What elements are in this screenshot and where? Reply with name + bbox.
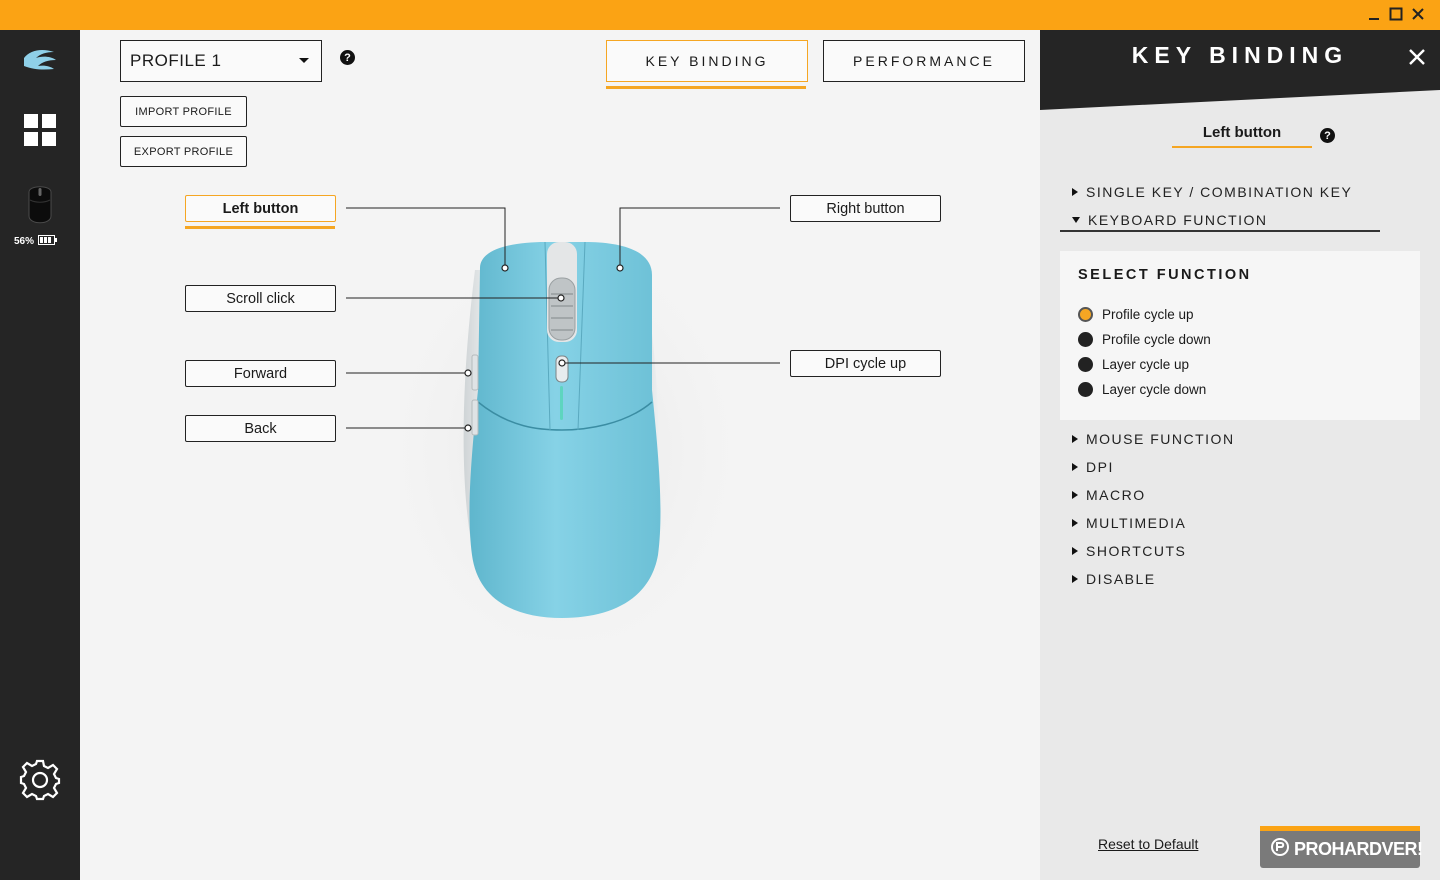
maximize-icon[interactable] bbox=[1386, 4, 1406, 24]
selected-button-indicator bbox=[185, 226, 335, 229]
category-label: KEYBOARD FUNCTION bbox=[1088, 212, 1268, 228]
tab-performance[interactable]: PERFORMANCE bbox=[823, 40, 1025, 82]
category-dpi[interactable]: DPI bbox=[1072, 459, 1114, 475]
logo-icon[interactable] bbox=[20, 44, 60, 76]
watermark-text: PROHARDVER! bbox=[1294, 839, 1423, 859]
tab-key-binding[interactable]: KEY BINDING bbox=[606, 40, 808, 82]
panel-title: KEY BINDING bbox=[1131, 42, 1349, 68]
minimize-icon[interactable] bbox=[1364, 4, 1384, 24]
key-binding-panel bbox=[1040, 30, 1440, 880]
close-window-icon[interactable] bbox=[1408, 4, 1428, 24]
mouse-button-forward-label[interactable]: Forward bbox=[185, 360, 336, 387]
radio-selected-icon[interactable] bbox=[1078, 307, 1093, 322]
window-titlebar bbox=[0, 0, 1440, 30]
mouse-led-strip bbox=[560, 386, 563, 420]
function-option-layer-cycle-down[interactable]: Layer cycle down bbox=[1078, 382, 1206, 397]
category-shortcuts[interactable]: SHORTCUTS bbox=[1072, 543, 1186, 559]
category-label: SINGLE KEY / COMBINATION KEY bbox=[1086, 184, 1353, 200]
option-label: Profile cycle down bbox=[1102, 332, 1211, 347]
profile-dropdown[interactable]: PROFILE 1 bbox=[120, 40, 322, 82]
function-option-profile-cycle-down[interactable]: Profile cycle down bbox=[1078, 332, 1211, 347]
expand-arrow-icon bbox=[1072, 491, 1078, 499]
mouse-forward-button bbox=[471, 354, 479, 391]
selected-button-name: Left button bbox=[1202, 124, 1282, 141]
active-tab-indicator bbox=[606, 86, 806, 89]
import-profile-button[interactable]: IMPORT PROFILE bbox=[120, 96, 247, 127]
expand-arrow-icon bbox=[1072, 463, 1078, 471]
battery-icon bbox=[38, 232, 58, 250]
selected-button-underline bbox=[1172, 146, 1312, 148]
mouse-back-button bbox=[471, 399, 479, 436]
category-label: DPI bbox=[1086, 459, 1114, 475]
profile-selected-label: PROFILE 1 bbox=[130, 51, 222, 70]
option-label: Layer cycle up bbox=[1102, 357, 1190, 372]
category-single-key[interactable]: SINGLE KEY / COMBINATION KEY bbox=[1072, 184, 1352, 200]
radio-icon[interactable] bbox=[1078, 332, 1093, 347]
dashboard-grid-icon[interactable] bbox=[24, 114, 56, 146]
reset-to-default-link[interactable]: Reset to Default bbox=[1098, 836, 1198, 852]
function-option-layer-cycle-up[interactable]: Layer cycle up bbox=[1078, 357, 1189, 372]
mouse-illustration bbox=[346, 207, 780, 640]
mouse-scroll-wheel bbox=[548, 277, 576, 341]
mouse-button-left-label[interactable]: Left button bbox=[185, 195, 336, 222]
mouse-button-scroll-label[interactable]: Scroll click bbox=[185, 285, 336, 312]
category-mouse-function[interactable]: MOUSE FUNCTION bbox=[1072, 431, 1235, 447]
speech-bubble-icon bbox=[1270, 837, 1290, 862]
settings-gear-icon[interactable] bbox=[18, 758, 62, 802]
mouse-button-dpi-label[interactable]: DPI cycle up bbox=[790, 350, 941, 377]
category-disable[interactable]: DISABLE bbox=[1072, 571, 1156, 587]
category-label: DISABLE bbox=[1086, 571, 1156, 587]
function-option-profile-cycle-up[interactable]: Profile cycle up bbox=[1078, 307, 1194, 322]
expand-arrow-icon bbox=[1072, 188, 1078, 196]
category-macro[interactable]: MACRO bbox=[1072, 487, 1146, 503]
expand-arrow-icon bbox=[1072, 519, 1078, 527]
sidebar: 56% bbox=[0, 30, 80, 880]
radio-icon[interactable] bbox=[1078, 382, 1093, 397]
panel-help-icon[interactable]: ? bbox=[1320, 128, 1335, 143]
export-profile-button[interactable]: EXPORT PROFILE bbox=[120, 136, 247, 167]
radio-icon[interactable] bbox=[1078, 357, 1093, 372]
battery-status: 56% bbox=[14, 234, 68, 248]
mouse-device-icon[interactable] bbox=[26, 182, 54, 228]
watermark: PROHARDVER! bbox=[1260, 826, 1423, 868]
expand-arrow-icon bbox=[1072, 435, 1078, 443]
category-label: MOUSE FUNCTION bbox=[1086, 431, 1235, 447]
close-panel-icon[interactable] bbox=[1406, 46, 1428, 68]
category-label: MACRO bbox=[1086, 487, 1146, 503]
option-label: Layer cycle down bbox=[1102, 382, 1207, 397]
battery-percent: 56% bbox=[14, 235, 35, 247]
category-label: SHORTCUTS bbox=[1086, 543, 1187, 559]
category-keyboard-function[interactable]: KEYBOARD FUNCTION bbox=[1072, 212, 1268, 228]
help-icon[interactable]: ? bbox=[340, 50, 355, 65]
mouse-button-back-label[interactable]: Back bbox=[185, 415, 336, 442]
category-divider bbox=[1060, 230, 1380, 232]
mouse-button-right-label[interactable]: Right button bbox=[790, 195, 941, 222]
expand-arrow-icon bbox=[1072, 575, 1078, 583]
category-multimedia[interactable]: MULTIMEDIA bbox=[1072, 515, 1186, 531]
watermark-body: PROHARDVER! bbox=[1260, 831, 1423, 868]
category-label: MULTIMEDIA bbox=[1086, 515, 1187, 531]
expand-arrow-icon bbox=[1072, 547, 1078, 555]
chevron-down-icon bbox=[299, 58, 309, 63]
select-function-title: SELECT FUNCTION bbox=[1078, 267, 1252, 283]
option-label: Profile cycle up bbox=[1102, 307, 1194, 322]
collapse-arrow-icon bbox=[1072, 217, 1080, 223]
